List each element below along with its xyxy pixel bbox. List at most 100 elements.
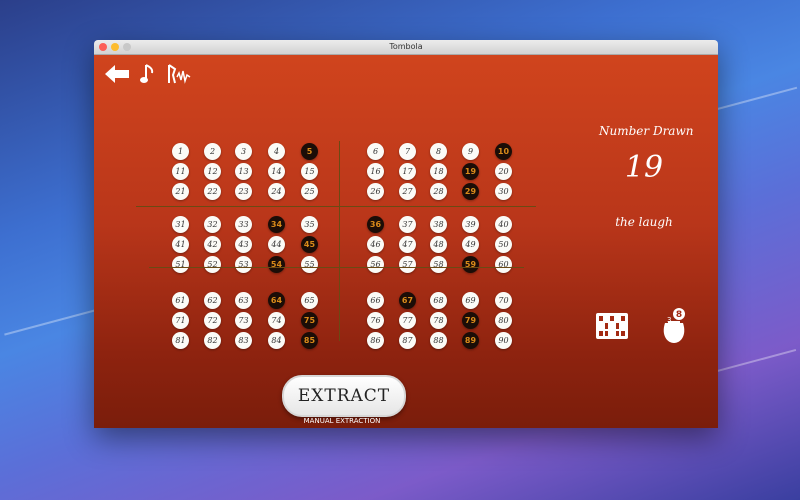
board-number-69[interactable]: 69 xyxy=(462,292,479,309)
board-number-15[interactable]: 15 xyxy=(301,163,318,180)
board-number-72[interactable]: 72 xyxy=(204,312,221,329)
board-number-20[interactable]: 20 xyxy=(495,163,512,180)
board-number-50[interactable]: 50 xyxy=(495,236,512,253)
board-number-30[interactable]: 30 xyxy=(495,183,512,200)
board-number-57[interactable]: 57 xyxy=(399,256,416,273)
board-number-71[interactable]: 71 xyxy=(172,312,189,329)
board-number-53[interactable]: 53 xyxy=(235,256,252,273)
board-number-64[interactable]: 64 xyxy=(268,292,285,309)
board-number-41[interactable]: 41 xyxy=(172,236,189,253)
board-number-60[interactable]: 60 xyxy=(495,256,512,273)
board-number-10[interactable]: 10 xyxy=(495,143,512,160)
board-number-23[interactable]: 23 xyxy=(235,183,252,200)
board-number-46[interactable]: 46 xyxy=(367,236,384,253)
window-title: Tombola xyxy=(389,42,423,51)
board-number-38[interactable]: 38 xyxy=(430,216,447,233)
board-number-47[interactable]: 47 xyxy=(399,236,416,253)
board-number-14[interactable]: 14 xyxy=(268,163,285,180)
board-number-37[interactable]: 37 xyxy=(399,216,416,233)
board-number-27[interactable]: 27 xyxy=(399,183,416,200)
board-number-70[interactable]: 70 xyxy=(495,292,512,309)
board-number-3[interactable]: 3 xyxy=(235,143,252,160)
board-number-13[interactable]: 13 xyxy=(235,163,252,180)
extract-button[interactable]: EXTRACT xyxy=(282,375,406,417)
board-number-22[interactable]: 22 xyxy=(204,183,221,200)
board-number-83[interactable]: 83 xyxy=(235,332,252,349)
board-number-28[interactable]: 28 xyxy=(430,183,447,200)
board-number-63[interactable]: 63 xyxy=(235,292,252,309)
board-number-55[interactable]: 55 xyxy=(301,256,318,273)
board-number-11[interactable]: 11 xyxy=(172,163,189,180)
board-divider-horizontal xyxy=(149,267,524,268)
board-number-24[interactable]: 24 xyxy=(268,183,285,200)
board-number-35[interactable]: 35 xyxy=(301,216,318,233)
board-number-75[interactable]: 75 xyxy=(301,312,318,329)
board-number-73[interactable]: 73 xyxy=(235,312,252,329)
board-number-31[interactable]: 31 xyxy=(172,216,189,233)
board-number-66[interactable]: 66 xyxy=(367,292,384,309)
board-number-86[interactable]: 86 xyxy=(367,332,384,349)
board-number-62[interactable]: 62 xyxy=(204,292,221,309)
board-number-1[interactable]: 1 xyxy=(172,143,189,160)
board-number-26[interactable]: 26 xyxy=(367,183,384,200)
board-number-7[interactable]: 7 xyxy=(399,143,416,160)
board-number-25[interactable]: 25 xyxy=(301,183,318,200)
board-number-39[interactable]: 39 xyxy=(462,216,479,233)
manual-extraction-label[interactable]: MANUAL EXTRACTION xyxy=(282,417,402,425)
zoom-window-button[interactable] xyxy=(123,43,131,51)
close-window-button[interactable] xyxy=(99,43,107,51)
board-number-82[interactable]: 82 xyxy=(204,332,221,349)
board-number-79[interactable]: 79 xyxy=(462,312,479,329)
board-number-32[interactable]: 32 xyxy=(204,216,221,233)
board-number-56[interactable]: 56 xyxy=(367,256,384,273)
board-number-54[interactable]: 54 xyxy=(268,256,285,273)
board-number-29[interactable]: 29 xyxy=(462,183,479,200)
board-number-87[interactable]: 87 xyxy=(399,332,416,349)
board-number-52[interactable]: 52 xyxy=(204,256,221,273)
board-number-78[interactable]: 78 xyxy=(430,312,447,329)
board-number-40[interactable]: 40 xyxy=(495,216,512,233)
board-number-18[interactable]: 18 xyxy=(430,163,447,180)
board-number-58[interactable]: 58 xyxy=(430,256,447,273)
board-number-76[interactable]: 76 xyxy=(367,312,384,329)
board-number-5[interactable]: 5 xyxy=(301,143,318,160)
board-number-88[interactable]: 88 xyxy=(430,332,447,349)
cartella-icon[interactable] xyxy=(596,313,628,339)
board-number-59[interactable]: 59 xyxy=(462,256,479,273)
board-number-67[interactable]: 67 xyxy=(399,292,416,309)
board-number-85[interactable]: 85 xyxy=(301,332,318,349)
board-number-12[interactable]: 12 xyxy=(204,163,221,180)
board-number-9[interactable]: 9 xyxy=(462,143,479,160)
board-number-90[interactable]: 90 xyxy=(495,332,512,349)
board-number-21[interactable]: 21 xyxy=(172,183,189,200)
board-number-4[interactable]: 4 xyxy=(268,143,285,160)
minimize-window-button[interactable] xyxy=(111,43,119,51)
board-number-2[interactable]: 2 xyxy=(204,143,221,160)
board-number-43[interactable]: 43 xyxy=(235,236,252,253)
board-number-49[interactable]: 49 xyxy=(462,236,479,253)
board-number-6[interactable]: 6 xyxy=(367,143,384,160)
board-number-51[interactable]: 51 xyxy=(172,256,189,273)
board-number-61[interactable]: 61 xyxy=(172,292,189,309)
board-number-8[interactable]: 8 xyxy=(430,143,447,160)
board-number-80[interactable]: 80 xyxy=(495,312,512,329)
board-number-84[interactable]: 84 xyxy=(268,332,285,349)
board-number-81[interactable]: 81 xyxy=(172,332,189,349)
board-number-33[interactable]: 33 xyxy=(235,216,252,233)
board-number-45[interactable]: 45 xyxy=(301,236,318,253)
board-number-44[interactable]: 44 xyxy=(268,236,285,253)
board-number-34[interactable]: 34 xyxy=(268,216,285,233)
board-number-74[interactable]: 74 xyxy=(268,312,285,329)
app-window: Tombola 1 2 3 4 5 6 7 8 9 10 11 12 13 14 15 16 17 18 19 20 2… xyxy=(94,40,718,428)
board-number-89[interactable]: 89 xyxy=(462,332,479,349)
board-number-65[interactable]: 65 xyxy=(301,292,318,309)
board-number-16[interactable]: 16 xyxy=(367,163,384,180)
bag-icon[interactable]: 8 3 xyxy=(659,307,689,345)
board-number-17[interactable]: 17 xyxy=(399,163,416,180)
board-number-36[interactable]: 36 xyxy=(367,216,384,233)
board-number-19[interactable]: 19 xyxy=(462,163,479,180)
board-number-48[interactable]: 48 xyxy=(430,236,447,253)
board-number-77[interactable]: 77 xyxy=(399,312,416,329)
board-number-42[interactable]: 42 xyxy=(204,236,221,253)
board-number-68[interactable]: 68 xyxy=(430,292,447,309)
